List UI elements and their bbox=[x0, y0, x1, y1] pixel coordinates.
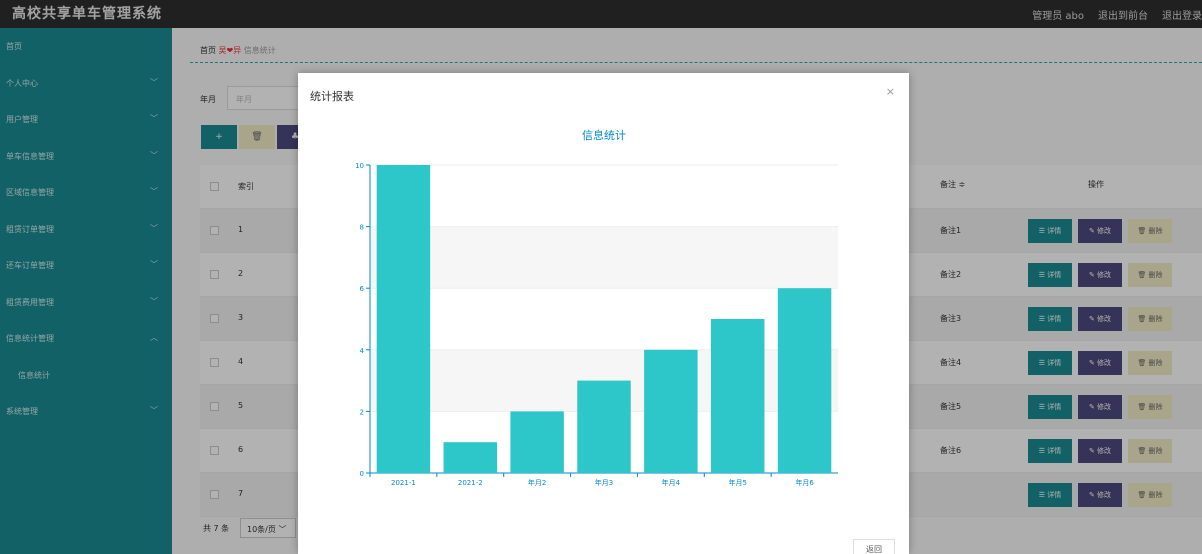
chart-title: 信息统计 bbox=[582, 128, 626, 142]
y-tick-label: 6 bbox=[360, 285, 365, 293]
back-button[interactable]: 返回 bbox=[853, 539, 895, 554]
bar bbox=[710, 319, 765, 473]
x-tick-label: 年月6 bbox=[795, 478, 814, 487]
y-tick-label: 8 bbox=[360, 224, 364, 232]
y-tick-label: 4 bbox=[360, 347, 365, 355]
bar bbox=[644, 349, 698, 473]
x-tick-label: 年月4 bbox=[662, 478, 681, 487]
y-tick-label: 10 bbox=[355, 162, 364, 170]
bar bbox=[577, 380, 631, 473]
close-icon[interactable]: × bbox=[886, 85, 895, 98]
bar bbox=[777, 288, 832, 473]
bar-chart: 信息统计 0 2 4 6 8 10 2021-1 2021-2 年月2 年月3 年月4 年月5 年月6 bbox=[355, 128, 838, 487]
x-tick-label: 年月2 bbox=[528, 478, 546, 487]
x-tick-label: 2021-1 bbox=[391, 479, 416, 487]
bar bbox=[376, 165, 431, 473]
x-tick-label: 2021-2 bbox=[458, 479, 483, 487]
bar bbox=[443, 442, 498, 473]
grid-band bbox=[370, 226, 838, 289]
bar bbox=[510, 411, 564, 473]
stats-modal: 统计报表 × 信息统计 0 2 4 6 8 10 2021-1 2021-2 年月2 年月3 年月4 年… bbox=[298, 73, 909, 554]
y-tick-label: 0 bbox=[360, 470, 364, 478]
y-tick-label: 2 bbox=[360, 408, 364, 416]
x-tick-label: 年月3 bbox=[595, 478, 613, 487]
x-tick-label: 年月5 bbox=[728, 478, 746, 487]
modal-title: 统计报表 bbox=[310, 90, 354, 103]
